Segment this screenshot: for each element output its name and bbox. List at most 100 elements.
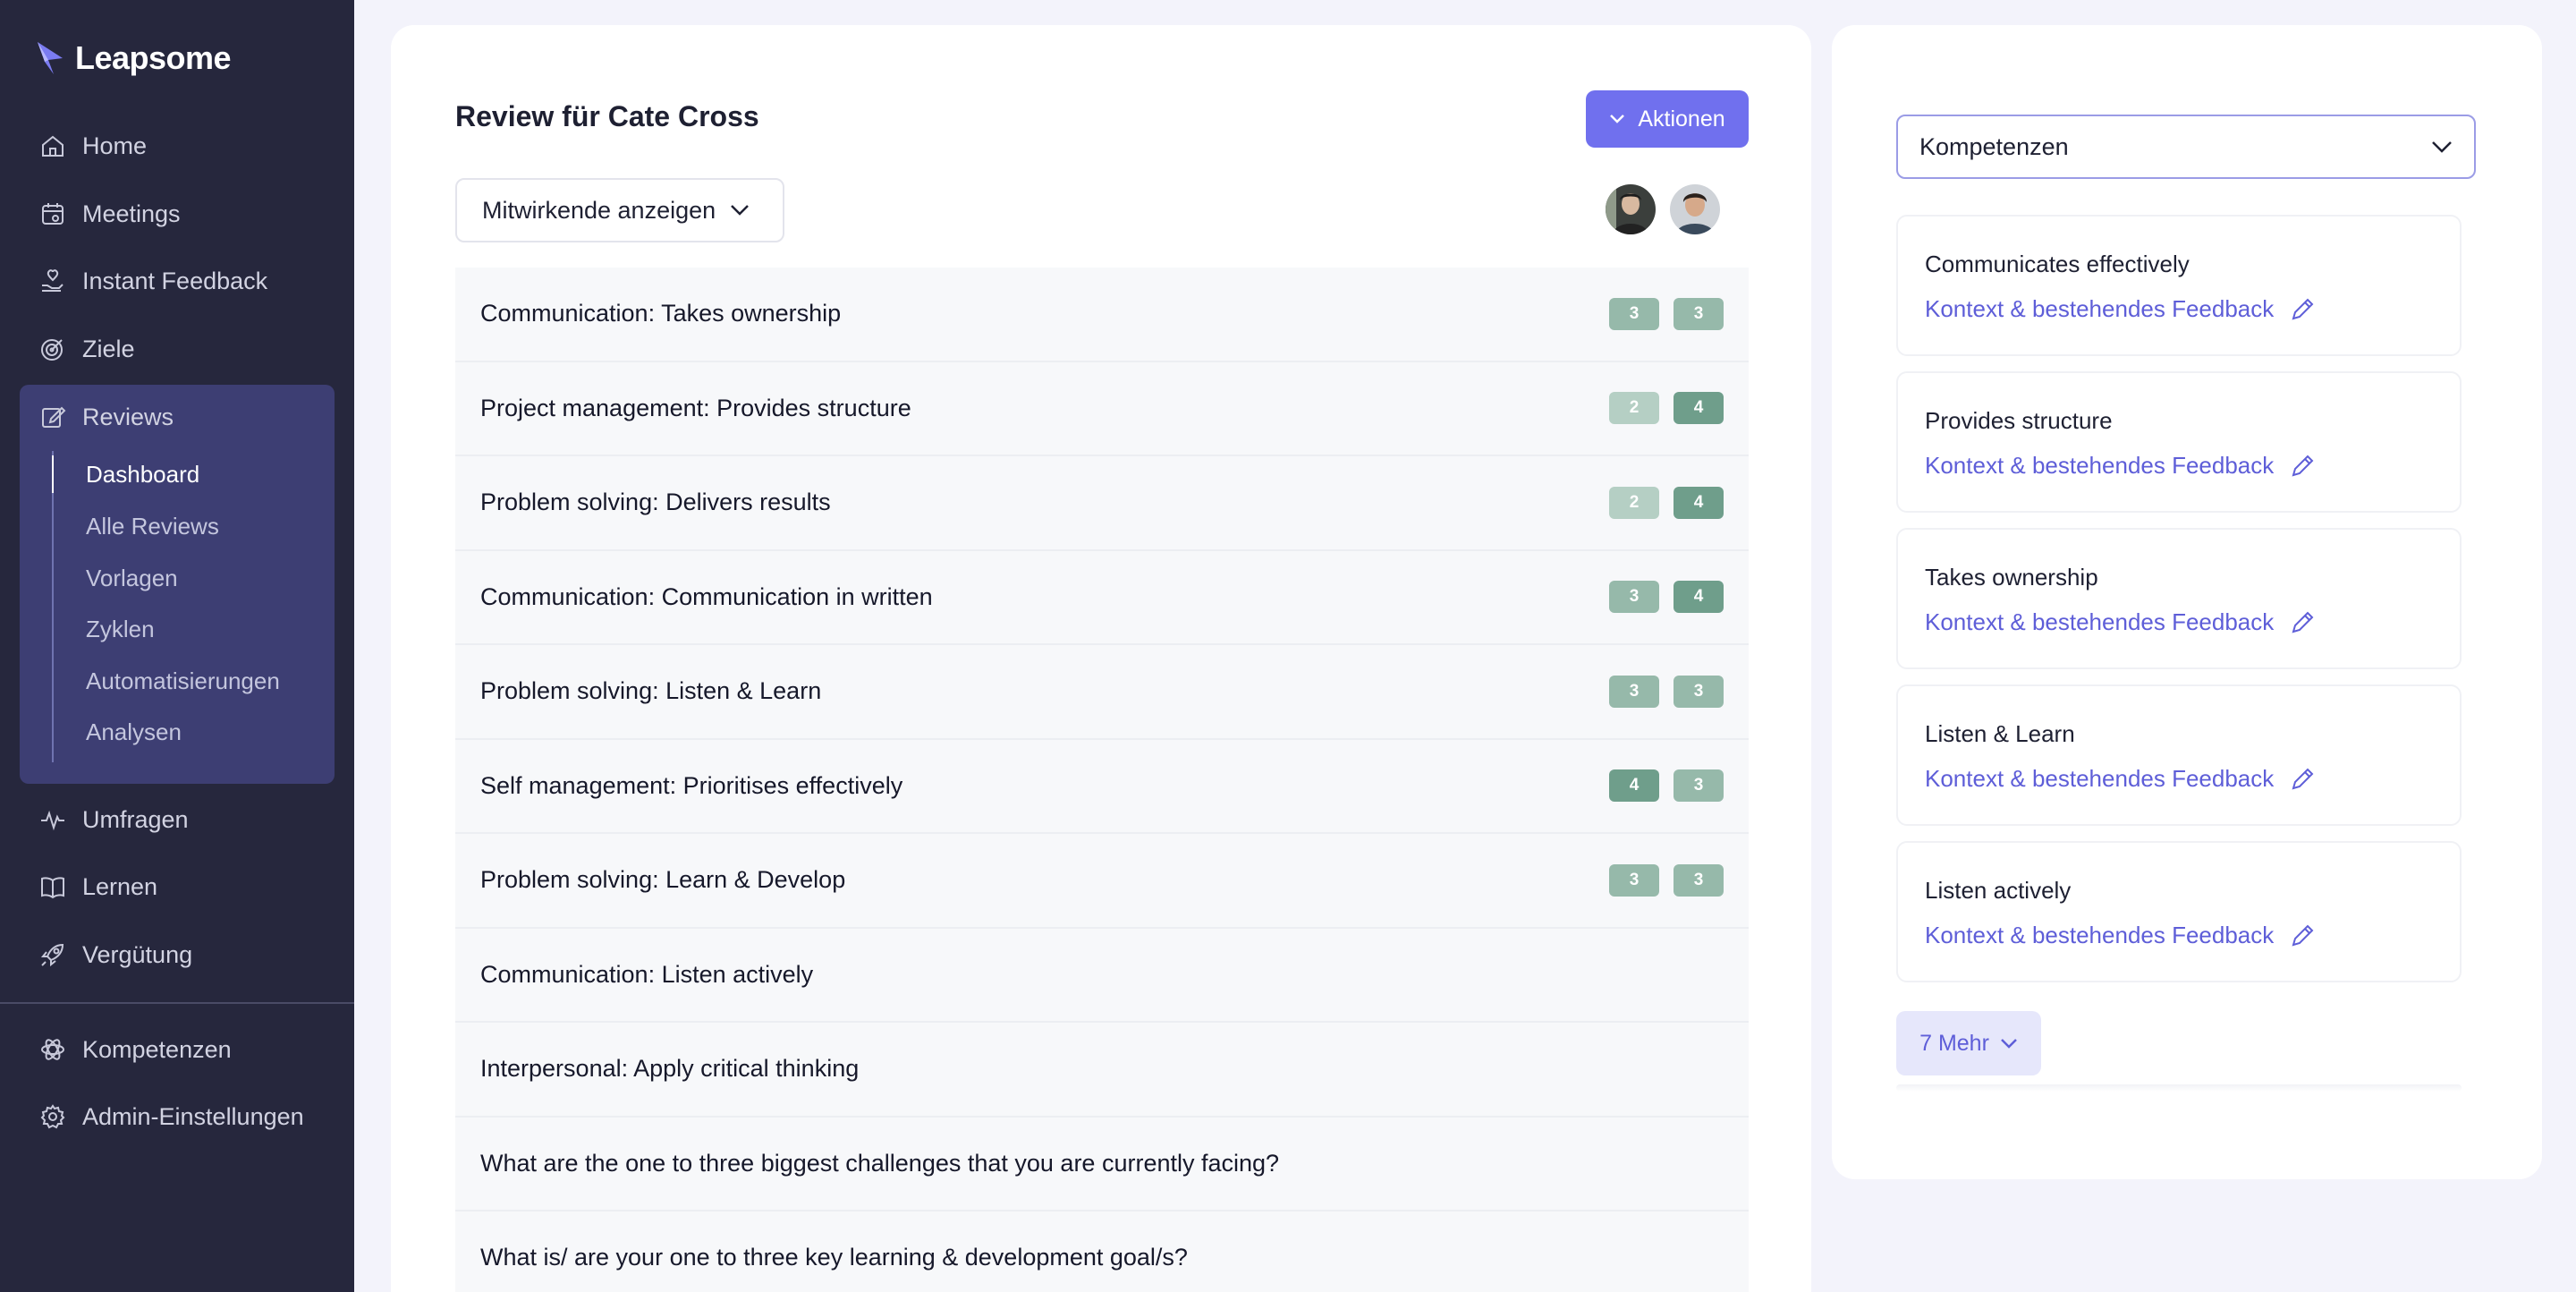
sidebar-item-meetings[interactable]: Meetings [39,194,181,234]
hand-heart-icon [42,269,64,292]
score-badges: 33 [1609,297,1724,330]
row-label: Communication: Communication in written [480,582,933,610]
target-icon [41,339,63,361]
sidebar-item-label: Instant Feedback [82,267,268,294]
pencil-icon[interactable] [2290,610,2315,635]
table-row[interactable]: Interpersonal: Apply critical thinking [455,1023,1749,1118]
row-label: Communication: Listen actively [480,960,814,988]
select-value: Kompetenzen [1919,132,2069,160]
sidebar-item-home[interactable]: Home [39,126,147,166]
competency-card: Listen & Learn Kontext & bestehendes Fee… [1896,684,2462,826]
table-row[interactable]: Project management: Provides structure 2 4 [455,361,1749,456]
table-row[interactable]: Communication: Communication in written 3… [455,550,1749,645]
edit-icon [42,406,66,428]
atom-icon [41,1039,64,1060]
sidebar-item-kompetenzen[interactable]: Kompetenzen [39,1030,232,1069]
avatar-image [1670,184,1720,234]
sidebar-item-admin-einstellungen[interactable]: Admin-Einstellungen [39,1097,304,1136]
table-row[interactable]: Problem solving: Listen & Learn 3 3 [455,645,1749,740]
sidebar-item-label: Ziele [82,335,135,362]
context-feedback-link[interactable]: Kontext & bestehendes Feedback [1925,608,2315,636]
row-label: Problem solving: Learn & Develop [480,866,846,894]
score-badge: 4 [1674,486,1724,519]
competency-card: Listen actively Kontext & bestehendes Fe… [1896,841,2462,982]
sidebar-subitem-analysen[interactable]: Analysen [86,714,182,750]
row-label: Project management: Provides structure [480,394,911,421]
actions-button-label: Aktionen [1638,106,1725,132]
list-fade [1896,1084,2462,1092]
rocket-icon [40,943,64,967]
sidebar-item-lernen[interactable]: Lernen [39,867,157,906]
book-icon [41,877,64,899]
chevron-down-icon [2001,1039,2017,1049]
pencil-icon[interactable] [2290,454,2315,479]
score-badges: 33 [1609,675,1724,708]
score-badge: 4 [1674,581,1724,614]
sidebar-item-label: Home [82,132,148,159]
sidebar-subitem-dashboard[interactable]: Dashboard [86,456,199,492]
score-badge: 2 [1609,486,1659,519]
chevron-down-icon [1610,115,1625,123]
score-badges: 43 [1609,769,1724,803]
sidebar: Leapsome Home Meetings Instant Feedback … [0,0,354,1292]
score-badge: 3 [1609,581,1659,614]
competencies-select[interactable]: Kompetenzen [1896,115,2476,179]
score-badge: 2 [1609,392,1659,425]
pencil-icon[interactable] [2290,767,2315,792]
show-contributors-dropdown[interactable]: Mitwirkende anzeigen [455,178,784,242]
competency-name: Provides structure [1925,407,2113,434]
table-row[interactable]: Self management: Prioritises effectively… [455,739,1749,834]
pencil-icon[interactable] [2290,297,2315,322]
table-row[interactable]: Problem solving: Learn & Develop 3 3 [455,834,1749,929]
table-row[interactable]: Communication: Listen actively [455,928,1749,1023]
table-row[interactable]: Problem solving: Delivers results 2 4 [455,456,1749,551]
score-badge: 3 [1609,863,1659,897]
context-feedback-label: Kontext & bestehendes Feedback [1925,295,2275,322]
score-badge: 3 [1674,675,1724,708]
avatar-contributor-2[interactable] [1670,184,1720,234]
score-badges: 33 [1609,863,1724,897]
sidebar-item-instant-feedback[interactable]: Instant Feedback [39,261,267,301]
chevron-down-icon [2432,141,2452,153]
table-row[interactable]: What are the one to three biggest challe… [455,1117,1749,1211]
sidebar-divider [0,1002,354,1004]
score-badge: 3 [1609,675,1659,708]
score-badge: 4 [1609,769,1659,803]
score-badges: 24 [1609,392,1724,425]
sidebar-item-umfragen[interactable]: Umfragen [39,800,189,839]
pencil-icon[interactable] [2290,923,2315,948]
context-feedback-link[interactable]: Kontext & bestehendes Feedback [1925,452,2315,480]
sidebar-item-label: Admin-Einstellungen [82,1102,304,1130]
context-feedback-link[interactable]: Kontext & bestehendes Feedback [1925,765,2315,793]
row-label: What are the one to three biggest challe… [480,1149,1280,1177]
context-feedback-link[interactable]: Kontext & bestehendes Feedback [1925,295,2315,323]
competency-card: Provides structure Kontext & bestehendes… [1896,371,2462,513]
sidebar-item-reviews[interactable]: Reviews [39,397,174,437]
score-badge: 3 [1674,769,1724,803]
actions-button[interactable]: Aktionen [1586,90,1749,148]
score-badges: 24 [1609,486,1724,519]
context-feedback-label: Kontext & bestehendes Feedback [1925,765,2275,792]
sidebar-item-ziele[interactable]: Ziele [39,329,135,369]
sidebar-subitem-zyklen[interactable]: Zyklen [86,611,155,647]
competency-name: Listen & Learn [1925,720,2075,747]
score-badge: 4 [1674,392,1724,425]
sidebar-subitem-vorlagen[interactable]: Vorlagen [86,560,178,596]
logo[interactable]: Leapsome [36,39,232,77]
context-feedback-label: Kontext & bestehendes Feedback [1925,608,2275,635]
avatar-contributor-1[interactable] [1606,184,1656,234]
table-row[interactable]: Communication: Takes ownership 3 3 [455,268,1749,362]
review-question-list: Communication: Takes ownership 3 3 Project … [455,268,1749,1292]
sidebar-item-label: Lernen [82,872,158,900]
sidebar-subitem-automatisierungen[interactable]: Automatisierungen [86,663,280,699]
table-row[interactable]: What is/ are your one to three key learn… [455,1211,1749,1292]
show-more-button[interactable]: 7 Mehr [1896,1011,2041,1075]
row-label: What is/ are your one to three key learn… [480,1244,1188,1271]
score-badge: 3 [1609,297,1659,330]
context-feedback-link[interactable]: Kontext & bestehendes Feedback [1925,922,2315,949]
sidebar-item-verguetung[interactable]: Vergütung [39,935,192,974]
review-card: Review für Cate Cross Aktionen Mitwirken… [391,25,1811,1292]
competency-name: Takes ownership [1925,564,2098,591]
score-badge: 3 [1674,863,1724,897]
sidebar-subitem-alle-reviews[interactable]: Alle Reviews [86,508,219,544]
